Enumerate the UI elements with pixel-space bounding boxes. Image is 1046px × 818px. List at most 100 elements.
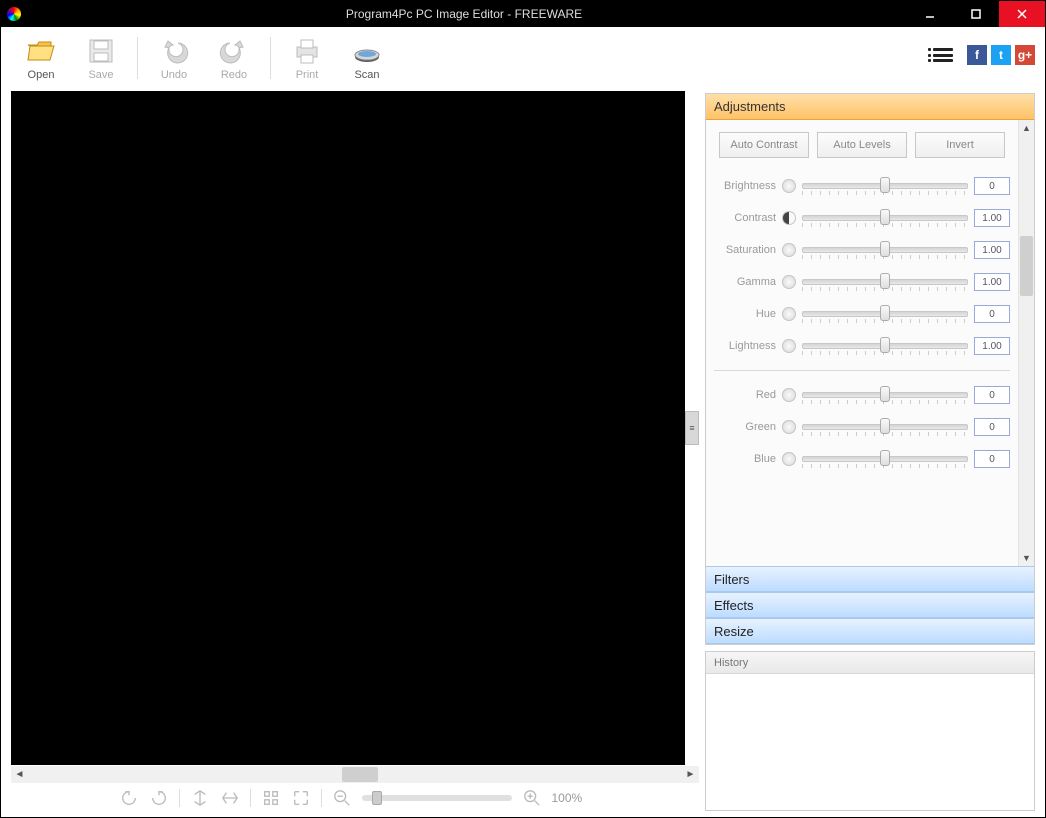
brightness-row: Brightness 0 xyxy=(714,172,1010,200)
redo-icon xyxy=(218,35,250,67)
adjustments-scrollbar[interactable]: ▲ ▼ xyxy=(1018,120,1034,566)
red-row: Red 0 xyxy=(714,381,1010,409)
save-button[interactable]: Save xyxy=(77,35,125,81)
zoom-out-button[interactable] xyxy=(332,788,352,808)
brightness-value[interactable]: 0 xyxy=(974,177,1010,195)
image-canvas[interactable] xyxy=(11,91,685,765)
maximize-button[interactable] xyxy=(953,1,999,27)
flip-horizontal-button[interactable] xyxy=(220,788,240,808)
hue-label: Hue xyxy=(714,308,776,320)
v-scroll-thumb[interactable] xyxy=(1020,236,1033,296)
auto-levels-button[interactable]: Auto Levels xyxy=(817,132,907,158)
hue-value[interactable]: 0 xyxy=(974,305,1010,323)
rotate-left-button[interactable] xyxy=(119,788,139,808)
open-label: Open xyxy=(28,69,55,81)
main-toolbar: Open Save Undo Redo Print Scan f t g+ xyxy=(1,27,1045,89)
scan-icon xyxy=(351,35,383,67)
resize-header[interactable]: Resize xyxy=(706,618,1034,644)
hue-row: Hue 0 xyxy=(714,300,1010,328)
facebook-button[interactable]: f xyxy=(967,45,987,65)
close-button[interactable] xyxy=(999,1,1045,27)
auto-contrast-button[interactable]: Auto Contrast xyxy=(719,132,809,158)
gamma-value[interactable]: 1.00 xyxy=(974,273,1010,291)
undo-button[interactable]: Undo xyxy=(150,35,198,81)
window-title: Program4Pc PC Image Editor - FREEWARE xyxy=(21,7,907,21)
undo-label: Undo xyxy=(161,69,187,81)
red-label: Red xyxy=(714,389,776,401)
scroll-up-icon[interactable]: ▲ xyxy=(1019,120,1034,136)
rotate-right-button[interactable] xyxy=(149,788,169,808)
right-panel: Adjustments Auto Contrast Auto Levels In… xyxy=(699,89,1045,817)
scroll-right-icon[interactable]: ► xyxy=(682,766,699,783)
green-value[interactable]: 0 xyxy=(974,418,1010,436)
menu-icon[interactable] xyxy=(933,45,953,65)
brightness-slider[interactable] xyxy=(802,177,968,195)
contrast-slider[interactable] xyxy=(802,209,968,227)
green-icon xyxy=(782,420,796,434)
googleplus-button[interactable]: g+ xyxy=(1015,45,1035,65)
contrast-icon xyxy=(782,211,796,225)
green-slider[interactable] xyxy=(802,418,968,436)
lightness-value[interactable]: 1.00 xyxy=(974,337,1010,355)
print-button[interactable]: Print xyxy=(283,35,331,81)
brightness-icon xyxy=(782,179,796,193)
save-icon xyxy=(85,35,117,67)
scan-label: Scan xyxy=(354,69,379,81)
window-controls xyxy=(907,1,1045,27)
saturation-slider[interactable] xyxy=(802,241,968,259)
red-value[interactable]: 0 xyxy=(974,386,1010,404)
filters-header[interactable]: Filters xyxy=(706,566,1034,592)
effects-header[interactable]: Effects xyxy=(706,592,1034,618)
redo-label: Redo xyxy=(221,69,247,81)
scan-button[interactable]: Scan xyxy=(343,35,391,81)
saturation-icon xyxy=(782,243,796,257)
blue-slider[interactable] xyxy=(802,450,968,468)
flip-vertical-button[interactable] xyxy=(190,788,210,808)
green-label: Green xyxy=(714,421,776,433)
scroll-left-icon[interactable]: ◄ xyxy=(11,766,28,783)
actual-size-button[interactable] xyxy=(291,788,311,808)
twitter-button[interactable]: t xyxy=(991,45,1011,65)
blue-value[interactable]: 0 xyxy=(974,450,1010,468)
lightness-slider[interactable] xyxy=(802,337,968,355)
history-header: History xyxy=(706,652,1034,674)
history-panel: History xyxy=(705,651,1035,811)
gamma-label: Gamma xyxy=(714,276,776,288)
print-label: Print xyxy=(296,69,319,81)
invert-button[interactable]: Invert xyxy=(915,132,1005,158)
red-slider[interactable] xyxy=(802,386,968,404)
red-icon xyxy=(782,388,796,402)
save-label: Save xyxy=(88,69,113,81)
lightness-row: Lightness 1.00 xyxy=(714,332,1010,360)
h-scroll-thumb[interactable] xyxy=(342,767,378,782)
contrast-value[interactable]: 1.00 xyxy=(974,209,1010,227)
side-toggle-handle[interactable]: ≡ xyxy=(685,411,699,445)
blue-row: Blue 0 xyxy=(714,445,1010,473)
blue-icon xyxy=(782,452,796,466)
zoom-thumb[interactable] xyxy=(372,791,382,805)
app-icon xyxy=(7,7,21,21)
title-bar: Program4Pc PC Image Editor - FREEWARE xyxy=(1,1,1045,27)
folder-open-icon xyxy=(25,35,57,67)
fit-screen-button[interactable] xyxy=(261,788,281,808)
green-row: Green 0 xyxy=(714,413,1010,441)
canvas-area: ≡ ◄ ► 100% xyxy=(1,89,699,817)
zoom-slider[interactable] xyxy=(362,795,512,801)
hue-slider[interactable] xyxy=(802,305,968,323)
history-list[interactable] xyxy=(706,674,1034,810)
canvas-h-scrollbar[interactable]: ◄ ► xyxy=(11,766,699,783)
saturation-label: Saturation xyxy=(714,244,776,256)
gamma-slider[interactable] xyxy=(802,273,968,291)
gamma-row: Gamma 1.00 xyxy=(714,268,1010,296)
minimize-button[interactable] xyxy=(907,1,953,27)
redo-button[interactable]: Redo xyxy=(210,35,258,81)
scroll-down-icon[interactable]: ▼ xyxy=(1019,550,1034,566)
gamma-icon xyxy=(782,275,796,289)
zoom-in-button[interactable] xyxy=(522,788,542,808)
adjustments-header[interactable]: Adjustments xyxy=(706,94,1034,120)
contrast-row: Contrast 1.00 xyxy=(714,204,1010,232)
saturation-value[interactable]: 1.00 xyxy=(974,241,1010,259)
saturation-row: Saturation 1.00 xyxy=(714,236,1010,264)
contrast-label: Contrast xyxy=(714,212,776,224)
open-button[interactable]: Open xyxy=(17,35,65,81)
